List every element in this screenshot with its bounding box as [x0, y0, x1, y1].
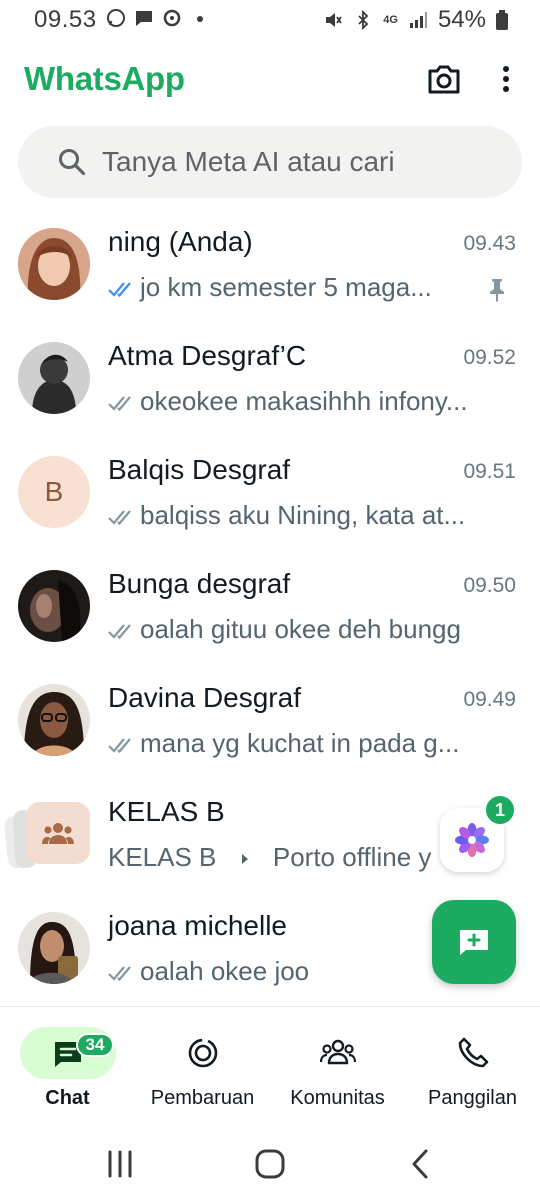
nav-label: Panggilan	[428, 1087, 517, 1109]
read-tick-icon	[108, 282, 131, 298]
network-type: 4G	[383, 14, 398, 26]
nav-label: Komunitas	[290, 1087, 385, 1109]
more-options-icon[interactable]	[496, 62, 516, 96]
chat-preview: oalah okee joo	[108, 956, 408, 987]
battery-percent: 54%	[437, 6, 486, 33]
chat-name: ning (Anda)	[108, 226, 253, 257]
chat-time: 09.49	[463, 688, 516, 711]
communities-icon	[319, 1039, 356, 1065]
avatar	[18, 228, 90, 300]
battery-icon	[496, 10, 508, 30]
chat-name: Balqis Desgraf	[108, 454, 291, 485]
phone-icon	[458, 1037, 488, 1068]
chat-preview: balqiss aku Nining, kata at...	[108, 500, 504, 531]
bottom-nav: 34 Chat Pembaruan Komunitas Panggilan	[0, 1006, 540, 1128]
delivered-tick-icon	[108, 738, 131, 754]
search-placeholder: Tanya Meta AI atau cari	[102, 146, 395, 177]
notification-icons	[106, 8, 210, 28]
camera-icon[interactable]	[426, 62, 462, 96]
status-bar: 09.53 4G 54%	[0, 0, 540, 40]
system-navigation	[0, 1128, 540, 1200]
bluetooth-icon	[358, 10, 369, 30]
app-header: WhatsApp	[0, 48, 540, 110]
chat-time: 09.43	[463, 232, 516, 255]
back-icon[interactable]	[402, 1146, 438, 1182]
avatar: B	[18, 456, 90, 528]
delivered-tick-icon	[108, 510, 131, 526]
delivered-tick-icon	[108, 624, 131, 640]
chat-preview: oalah gituu okee deh bungg	[108, 614, 504, 645]
chat-time: 09.50	[463, 574, 516, 597]
app-title: WhatsApp	[24, 60, 185, 97]
avatar	[18, 684, 90, 756]
unread-badge: 1	[484, 794, 516, 826]
search-bar[interactable]: Tanya Meta AI atau cari	[18, 126, 522, 198]
message-notif-icon	[136, 11, 152, 26]
chat-preview: mana yg kuchat in pada g...	[108, 728, 504, 759]
chat-message: oalah gituu okee deh bungg	[140, 614, 461, 644]
chat-name: Atma Desgraf’C	[108, 340, 307, 371]
chat-name: Davina Desgraf	[108, 682, 301, 713]
nav-label: Chat	[45, 1087, 90, 1109]
chat-count-badge: 34	[76, 1033, 114, 1057]
avatar	[18, 342, 90, 414]
new-chat-icon	[460, 930, 488, 955]
chat-message: balqiss aku Nining, kata at...	[140, 500, 466, 530]
chat-time: 09.51	[463, 460, 516, 483]
new-chat-button[interactable]	[432, 900, 516, 984]
app-notif-icon	[163, 9, 181, 27]
recent-apps-icon[interactable]	[102, 1146, 138, 1182]
avatar	[18, 570, 90, 642]
chat-name: KELAS B	[108, 796, 225, 827]
subgroup-name: KELAS B	[108, 842, 217, 872]
chat-preview: KELAS B Porto offline y	[108, 842, 448, 873]
avatar	[18, 912, 90, 984]
arrow-right-icon	[241, 854, 248, 865]
system-status-icons: 4G 54%	[323, 6, 508, 34]
chat-message: okeokee makasihhh infony...	[140, 386, 468, 416]
nav-chat[interactable]: 34 Chat	[0, 1007, 135, 1129]
whatsapp-notif-icon	[107, 9, 125, 27]
chat-message: mana yg kuchat in pada g...	[140, 728, 460, 758]
delivered-tick-icon	[108, 396, 131, 412]
chat-message: jo km semester 5 maga...	[140, 272, 432, 302]
nav-communities[interactable]: Komunitas	[270, 1007, 405, 1129]
chat-name: joana michelle	[108, 910, 287, 941]
mute-icon	[326, 13, 343, 27]
chat-name: Bunga desgraf	[108, 568, 291, 599]
home-icon[interactable]	[252, 1146, 288, 1182]
nav-label: Pembaruan	[150, 1087, 255, 1109]
delivered-tick-icon	[108, 966, 131, 982]
nav-calls[interactable]: Panggilan	[405, 1007, 540, 1129]
chat-preview: okeokee makasihhh infony...	[108, 386, 504, 417]
dot-icon	[197, 16, 203, 22]
search-icon	[59, 149, 86, 176]
chat-time: 09.52	[463, 346, 516, 369]
chat-message: oalah okee joo	[140, 956, 310, 986]
signal-icon	[409, 12, 427, 28]
pin-icon	[490, 279, 504, 302]
group-icon	[42, 823, 74, 844]
nav-updates[interactable]: Pembaruan	[135, 1007, 270, 1129]
meta-ai-icon	[455, 823, 489, 857]
chat-preview: jo km semester 5 maga...	[108, 272, 468, 303]
chat-message: Porto offline y	[272, 842, 432, 872]
group-avatar	[26, 802, 90, 864]
updates-icon	[188, 1038, 217, 1068]
avatar-initial: B	[44, 476, 64, 507]
status-time: 09.53	[34, 6, 97, 33]
